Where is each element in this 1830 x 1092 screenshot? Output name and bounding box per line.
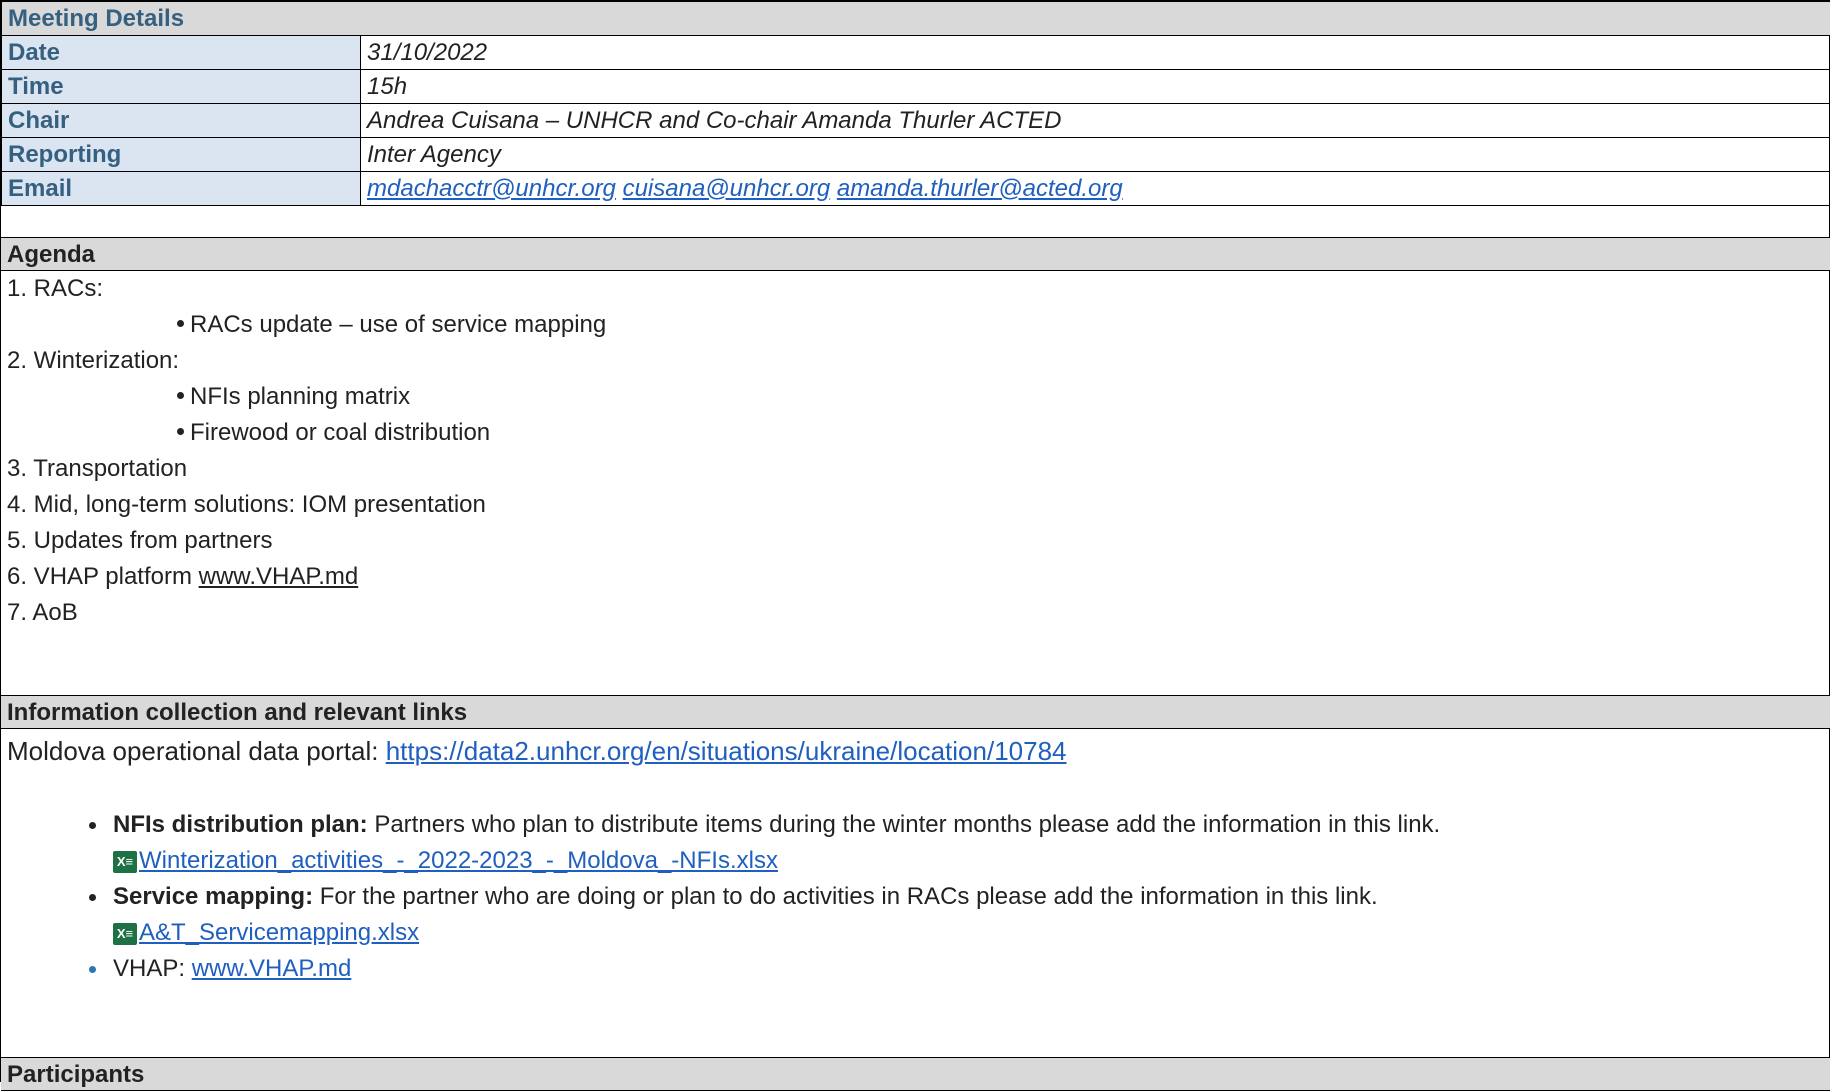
table-row: Chair Andrea Cuisana – UNHCR and Co-chai… bbox=[2, 104, 1830, 138]
vhap-link[interactable]: www.VHAP.md bbox=[199, 563, 359, 590]
chair-value: Andrea Cuisana – UNHCR and Co-chair Aman… bbox=[361, 104, 1830, 138]
table-row: Email mdachacctr@unhcr.org cuisana@unhcr… bbox=[2, 172, 1830, 206]
list-item: X≡A&T_Servicemapping.xlsx bbox=[113, 915, 1830, 951]
email-label: Email bbox=[2, 172, 361, 206]
agenda-item-2: 2. Winterization: bbox=[1, 343, 1830, 379]
meeting-details-header: Meeting Details bbox=[2, 2, 1830, 36]
time-value: 15h bbox=[361, 70, 1830, 104]
email-link-3[interactable]: amanda.thurler@acted.org bbox=[837, 175, 1123, 202]
agenda-item-6: 6. VHAP platform www.VHAP.md bbox=[1, 559, 1830, 595]
agenda-item-3: 3. Transportation bbox=[1, 451, 1830, 487]
nfi-file-link[interactable]: Winterization_activities_-_2022-2023_-_M… bbox=[139, 847, 778, 874]
bullet-icon bbox=[177, 320, 184, 327]
agenda-section: Agenda 1. RACs: RACs update – use of ser… bbox=[1, 237, 1830, 631]
bullet-icon bbox=[89, 822, 96, 829]
nfi-text: Partners who plan to distribute items du… bbox=[368, 811, 1441, 838]
email-link-2[interactable]: cuisana@unhcr.org bbox=[623, 175, 831, 202]
list-item: NFIs distribution plan: Partners who pla… bbox=[113, 807, 1830, 843]
bullet-icon bbox=[177, 428, 184, 435]
table-row: Reporting Inter Agency bbox=[2, 138, 1830, 172]
vhap-label: VHAP: bbox=[113, 955, 192, 982]
agenda-item-6-text: 6. VHAP platform bbox=[7, 563, 199, 590]
info-section: Information collection and relevant link… bbox=[1, 695, 1830, 987]
table-row: Time 15h bbox=[2, 70, 1830, 104]
time-label: Time bbox=[2, 70, 361, 104]
reporting-value: Inter Agency bbox=[361, 138, 1830, 172]
vhap-info-link[interactable]: www.VHAP.md bbox=[192, 955, 352, 982]
info-header: Information collection and relevant link… bbox=[1, 695, 1830, 729]
list-item: Service mapping: For the partner who are… bbox=[113, 879, 1830, 915]
chair-label: Chair bbox=[2, 104, 361, 138]
portal-label: Moldova operational data portal: bbox=[7, 736, 386, 766]
agenda-item-7: 7. AoB bbox=[1, 595, 1830, 631]
agenda-subitem: RACs update – use of service mapping bbox=[1, 307, 1830, 343]
portal-link[interactable]: https://data2.unhcr.org/en/situations/uk… bbox=[386, 736, 1067, 766]
date-value: 31/10/2022 bbox=[361, 36, 1830, 70]
agenda-subitem: Firewood or coal distribution bbox=[1, 415, 1830, 451]
document: Meeting Details Date 31/10/2022 Time 15h… bbox=[0, 0, 1830, 1082]
list-item: VHAP: www.VHAP.md bbox=[113, 951, 1830, 987]
agenda-item-5: 5. Updates from partners bbox=[1, 523, 1830, 559]
agenda-header: Agenda bbox=[1, 237, 1830, 271]
list-item: X≡Winterization_activities_-_2022-2023_-… bbox=[113, 843, 1830, 879]
excel-file-icon: X≡ bbox=[113, 851, 137, 873]
service-mapping-file-link[interactable]: A&T_Servicemapping.xlsx bbox=[139, 919, 419, 946]
service-mapping-heading: Service mapping: bbox=[113, 883, 313, 910]
email-value: mdachacctr@unhcr.org cuisana@unhcr.org a… bbox=[361, 172, 1830, 206]
agenda-subitem-text: RACs update – use of service mapping bbox=[190, 311, 606, 338]
info-list: NFIs distribution plan: Partners who pla… bbox=[1, 807, 1830, 987]
agenda-subitem: NFIs planning matrix bbox=[1, 379, 1830, 415]
meeting-details-table: Meeting Details Date 31/10/2022 Time 15h… bbox=[1, 1, 1830, 206]
agenda-subitem-text: Firewood or coal distribution bbox=[190, 419, 490, 446]
agenda-item-1: 1. RACs: bbox=[1, 271, 1830, 307]
excel-file-icon: X≡ bbox=[113, 923, 137, 945]
participants-section: Participants bbox=[1, 1057, 1830, 1091]
date-label: Date bbox=[2, 36, 361, 70]
service-mapping-text: For the partner who are doing or plan to… bbox=[313, 883, 1378, 910]
participants-header: Participants bbox=[1, 1057, 1830, 1091]
email-link-1[interactable]: mdachacctr@unhcr.org bbox=[367, 175, 616, 202]
agenda-subitem-text: NFIs planning matrix bbox=[190, 383, 410, 410]
portal-line: Moldova operational data portal: https:/… bbox=[1, 729, 1830, 773]
bullet-icon bbox=[177, 392, 184, 399]
reporting-label: Reporting bbox=[2, 138, 361, 172]
agenda-item-4: 4. Mid, long-term solutions: IOM present… bbox=[1, 487, 1830, 523]
nfi-heading: NFIs distribution plan: bbox=[113, 811, 368, 838]
bullet-icon bbox=[89, 966, 96, 973]
table-row: Date 31/10/2022 bbox=[2, 36, 1830, 70]
bullet-icon bbox=[89, 894, 96, 901]
